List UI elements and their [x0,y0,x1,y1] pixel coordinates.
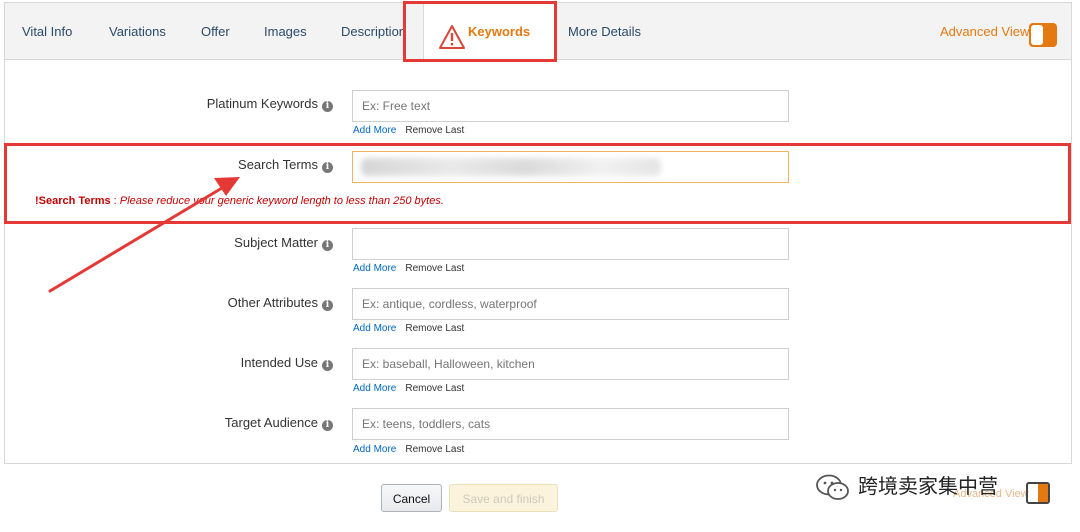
subject-matter-label: Subject Matter i [234,235,333,251]
watermark-text: 跨境卖家集中营 [858,476,998,498]
cancel-button[interactable]: Cancel [381,484,442,512]
other-attributes-input[interactable] [352,288,789,320]
toggle-knob [1031,25,1043,45]
search-terms-input[interactable] [352,151,789,183]
other-attributes-links: Add More Remove Last [353,323,464,334]
add-more-link[interactable]: Add More [353,263,396,274]
remove-last-link[interactable]: Remove Last [405,125,464,136]
tab-description[interactable]: Description [341,3,407,61]
advanced-view-label: Advanced View [940,24,1030,39]
tab-keywords-label: Keywords [468,24,531,39]
ghost-toggle [1026,482,1050,504]
tab-images[interactable]: Images [264,3,307,61]
save-and-finish-button[interactable]: Save and finish [449,484,558,512]
remove-last-link[interactable]: Remove Last [405,444,464,455]
info-icon[interactable]: i [322,162,333,173]
info-icon[interactable]: i [322,240,333,251]
tab-offer[interactable]: Offer [201,3,230,61]
tab-more-details[interactable]: More Details [568,3,641,61]
platinum-keywords-label: Platinum Keywords i [207,96,333,112]
add-more-link[interactable]: Add More [353,323,396,334]
add-more-link[interactable]: Add More [353,383,396,394]
add-more-link[interactable]: Add More [353,444,396,455]
info-icon[interactable]: i [322,360,333,371]
intended-use-input[interactable] [352,348,789,380]
tab-bar: Vital Info Variations Offer Images Descr… [4,2,1072,62]
blurred-search-terms-value [361,158,661,176]
tab-keywords[interactable]: Keywords [423,3,555,62]
info-icon[interactable]: i [322,101,333,112]
subject-matter-links: Add More Remove Last [353,263,464,274]
other-attributes-label: Other Attributes i [228,295,333,311]
info-icon[interactable]: i [322,420,333,431]
wechat-icon [815,474,851,507]
search-terms-label: Search Terms i [238,157,333,173]
info-icon[interactable]: i [322,300,333,311]
add-more-link[interactable]: Add More [353,125,396,136]
target-audience-label: Target Audience i [225,415,333,431]
tab-variations[interactable]: Variations [109,3,166,61]
target-audience-links: Add More Remove Last [353,444,464,455]
platinum-keywords-links: Add More Remove Last [353,125,464,136]
target-audience-input[interactable] [352,408,789,440]
tab-vital-info[interactable]: Vital Info [22,3,72,61]
remove-last-link[interactable]: Remove Last [405,263,464,274]
platinum-keywords-input[interactable] [352,90,789,122]
remove-last-link[interactable]: Remove Last [405,323,464,334]
intended-use-label: Intended Use i [241,355,333,371]
subject-matter-input[interactable] [352,228,789,260]
search-terms-error: !Search Terms : Please reduce your gener… [35,195,444,207]
remove-last-link[interactable]: Remove Last [405,383,464,394]
advanced-view-toggle[interactable] [1029,23,1057,47]
intended-use-links: Add More Remove Last [353,383,464,394]
